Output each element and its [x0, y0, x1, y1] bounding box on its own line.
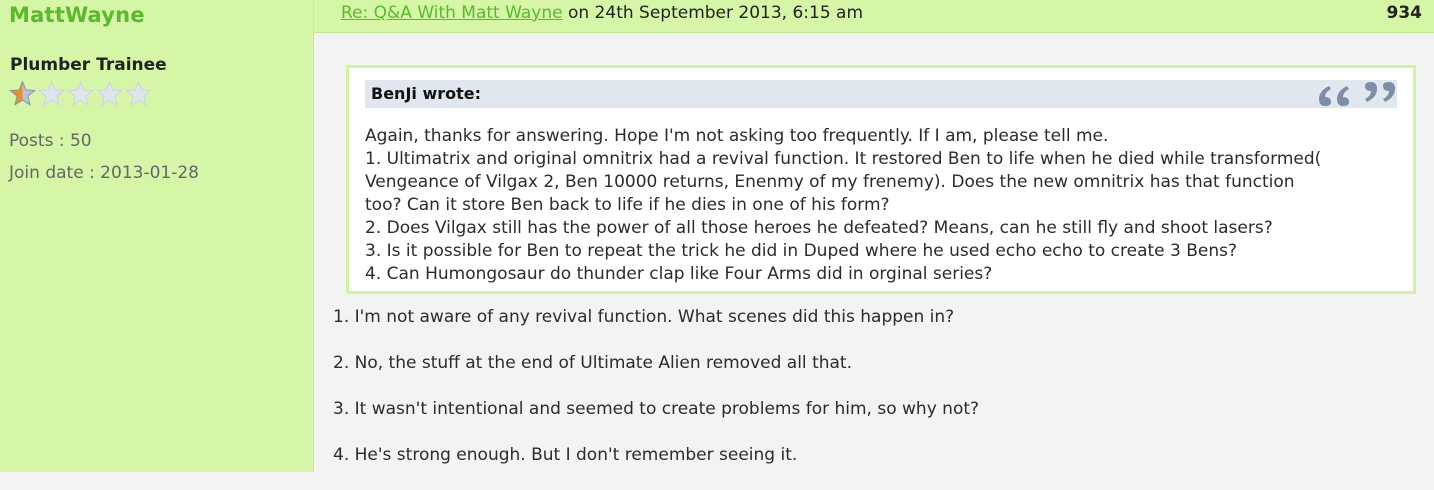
star-empty-icon: [125, 80, 152, 106]
post-title-line: Re: Q&A With Matt Wayne on 24th Septembe…: [341, 3, 863, 23]
star-filled-icon: [9, 80, 36, 106]
author-rank: Plumber Trainee: [10, 55, 167, 75]
author-post-count: Posts : 50: [9, 131, 92, 151]
quote-line: 3. Is it possible for Ben to repeat the …: [365, 241, 1238, 261]
post-header: Re: Q&A With Matt Wayne on 24th Septembe…: [314, 0, 1434, 33]
quote-block: BenJi wrote: Again, thanks for answering…: [346, 65, 1416, 294]
star-empty-icon: [38, 80, 65, 106]
answer-line: 4. He's strong enough. But I don't remem…: [333, 445, 798, 465]
post-number[interactable]: 934: [1387, 3, 1423, 23]
quote-header: BenJi wrote:: [365, 80, 1397, 108]
reply-text: 1. I'm not aware of any revival function…: [333, 306, 1413, 490]
post-date: on 24th September 2013, 6:15 am: [562, 3, 864, 23]
post-title-link[interactable]: Re: Q&A With Matt Wayne: [341, 3, 563, 23]
answer-line: 2. No, the stuff at the end of Ultimate …: [333, 353, 852, 373]
rank-stars: [9, 80, 152, 107]
quote-line: Vengeance of Vilgax 2, Ben 10000 returns…: [365, 172, 1295, 192]
quote-line: 2. Does Vilgax still has the power of al…: [365, 218, 1273, 238]
quote-text: Again, thanks for answering. Hope I'm no…: [365, 125, 1401, 286]
author-sidebar: MattWayne Plumber Trainee Posts : 50 Joi…: [0, 0, 314, 472]
quote-line: too? Can it store Ben back to life if he…: [365, 195, 890, 215]
quote-line: 4. Can Humongosaur do thunder clap like …: [365, 264, 993, 284]
star-empty-icon: [96, 80, 123, 106]
author-username[interactable]: MattWayne: [9, 3, 145, 27]
quote-line: Again, thanks for answering. Hope I'm no…: [365, 126, 1109, 146]
post-body: BenJi wrote: Again, thanks for answering…: [314, 34, 1434, 472]
quote-line: 1. Ultimatrix and original omnitrix had …: [365, 149, 1322, 169]
quote-marks-icon: [1319, 82, 1395, 106]
star-empty-icon: [67, 80, 94, 106]
answer-line: 3. It wasn't intentional and seemed to c…: [333, 399, 980, 419]
author-join-date: Join date : 2013-01-28: [9, 163, 199, 183]
answer-line: 1. I'm not aware of any revival function…: [333, 307, 955, 327]
quote-author: BenJi wrote:: [371, 84, 482, 103]
